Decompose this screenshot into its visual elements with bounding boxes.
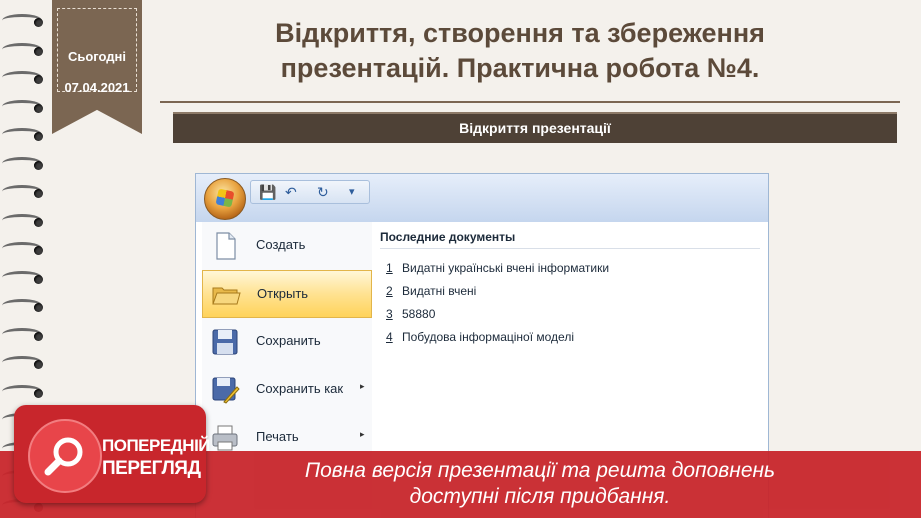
binding-hole xyxy=(34,132,43,141)
binding-hole xyxy=(34,18,43,27)
binding-hole xyxy=(34,274,43,284)
recent-document-item[interactable]: 4 Побудова інформаціної моделі xyxy=(386,330,574,344)
preview-badge[interactable]: ПОПЕРЕДНІЙ ПЕРЕГЛЯД xyxy=(14,405,211,503)
binding-hole xyxy=(34,46,43,56)
recent-document-item[interactable]: 3 58880 xyxy=(386,307,435,321)
slide-title: Відкриття, створення та збереження презе… xyxy=(275,18,765,83)
today-label: Сьогодні xyxy=(67,49,127,64)
recent-doc-number: 2 xyxy=(386,284,393,298)
binding-hole xyxy=(34,303,43,312)
magnifier-icon xyxy=(28,419,102,493)
recent-doc-name: Побудова інформаціної моделі xyxy=(402,330,574,344)
date-value: 07.04.2021 xyxy=(64,80,130,95)
binding-hole xyxy=(34,75,43,84)
printer-icon xyxy=(212,425,238,451)
binding-hole xyxy=(34,189,43,198)
customize-toolbar-icon[interactable]: ▾ xyxy=(349,184,355,200)
submenu-arrow-icon: ▸ xyxy=(360,381,365,391)
menu-label-save: Сохранить xyxy=(256,333,321,348)
office-button[interactable] xyxy=(204,178,246,220)
binding-hole xyxy=(34,246,43,255)
recent-divider xyxy=(380,248,760,249)
preview-label-line1: ПОПЕРЕДНІЙ xyxy=(102,436,211,455)
recent-doc-name: 58880 xyxy=(402,307,436,321)
menu-item-save[interactable]: Сохранить xyxy=(202,318,372,366)
menu-label-print: Печать xyxy=(256,429,299,444)
save-icon[interactable]: 💾 xyxy=(259,184,276,200)
save-disk-icon xyxy=(212,329,238,355)
binding-hole xyxy=(34,103,43,113)
save-as-icon xyxy=(212,377,240,404)
section-heading: Відкриття презентації xyxy=(173,112,897,143)
recent-doc-name: Видатні українські вчені інформатики xyxy=(402,261,610,275)
undo-icon[interactable]: ↶ xyxy=(285,184,297,200)
purchase-notice: Повна версія презентації та решта доповн… xyxy=(304,459,776,508)
menu-label-save-as: Сохранить как xyxy=(256,381,344,396)
menu-item-save-as[interactable]: Сохранить как ▸ xyxy=(202,366,372,414)
binding-hole xyxy=(34,217,43,227)
preview-label-line2: ПЕРЕГЛЯД xyxy=(102,458,201,479)
submenu-arrow-icon: ▸ xyxy=(360,429,365,439)
menu-item-create[interactable]: Создать xyxy=(202,222,372,270)
menu-label-open: Открыть xyxy=(257,286,309,301)
binding-hole xyxy=(34,331,43,341)
open-folder-icon xyxy=(212,287,241,305)
recent-doc-number: 1 xyxy=(386,261,393,275)
binding-hole xyxy=(34,388,43,398)
title-divider xyxy=(160,101,900,103)
binding-hole xyxy=(34,360,43,369)
quick-access-toolbar: 💾 ↶ ↻ ▾ xyxy=(250,180,370,204)
binding-hole xyxy=(34,160,43,170)
menu-item-open[interactable]: Открыть xyxy=(202,270,372,318)
office-logo-icon xyxy=(215,188,235,208)
recent-document-item[interactable]: 1 Видатні українські вчені інформатики xyxy=(386,261,609,275)
recent-document-item[interactable]: 2 Видатні вчені xyxy=(386,284,476,298)
office-titlebar: 💾 ↶ ↻ ▾ xyxy=(196,174,768,222)
recent-documents-title: Последние документы xyxy=(380,230,516,244)
redo-icon[interactable]: ↻ xyxy=(317,184,329,200)
new-document-icon xyxy=(216,232,236,260)
recent-doc-number: 3 xyxy=(386,307,393,321)
menu-label-create: Создать xyxy=(256,237,306,252)
recent-doc-number: 4 xyxy=(386,330,393,344)
recent-doc-name: Видатні вчені xyxy=(402,284,477,298)
date-ribbon: Сьогодні 07.04.2021 xyxy=(52,0,142,134)
slide: Сьогодні 07.04.2021 Відкриття, створення… xyxy=(0,0,921,518)
